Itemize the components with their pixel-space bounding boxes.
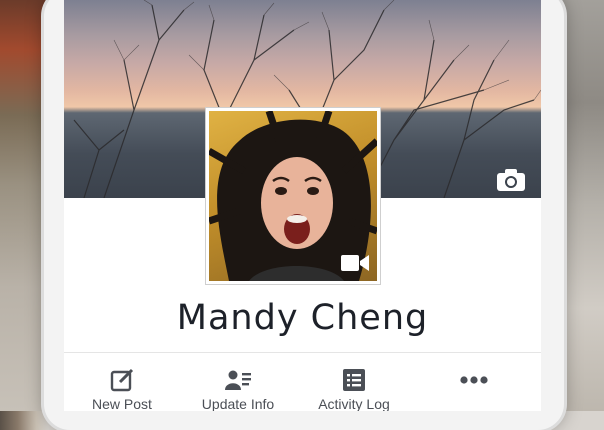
divider [64,352,541,353]
video-camera-icon [341,253,369,273]
update-info-label: Update Info [201,396,275,411]
activity-log-label: Activity Log [318,396,390,411]
profile-video[interactable] [209,111,377,281]
activity-log-button[interactable]: Activity Log [296,362,412,411]
update-info-icon [224,366,252,394]
camera-icon[interactable] [496,168,526,192]
more-button[interactable] [416,362,532,396]
profile-action-bar: New Post Update Info Activity Log [64,362,541,411]
more-icon [460,366,488,394]
compose-icon [108,366,136,394]
profile-name: Mandy Cheng [176,298,429,338]
new-post-label: New Post [92,396,152,411]
activity-log-icon [340,366,368,394]
update-info-button[interactable]: Update Info [180,362,296,411]
background-left [0,0,48,411]
profile-screen: Mandy Cheng New Post Update Info Activit… [64,0,541,411]
new-post-button[interactable]: New Post [64,362,180,411]
profile-picture[interactable] [205,107,381,285]
background-right [558,0,604,411]
